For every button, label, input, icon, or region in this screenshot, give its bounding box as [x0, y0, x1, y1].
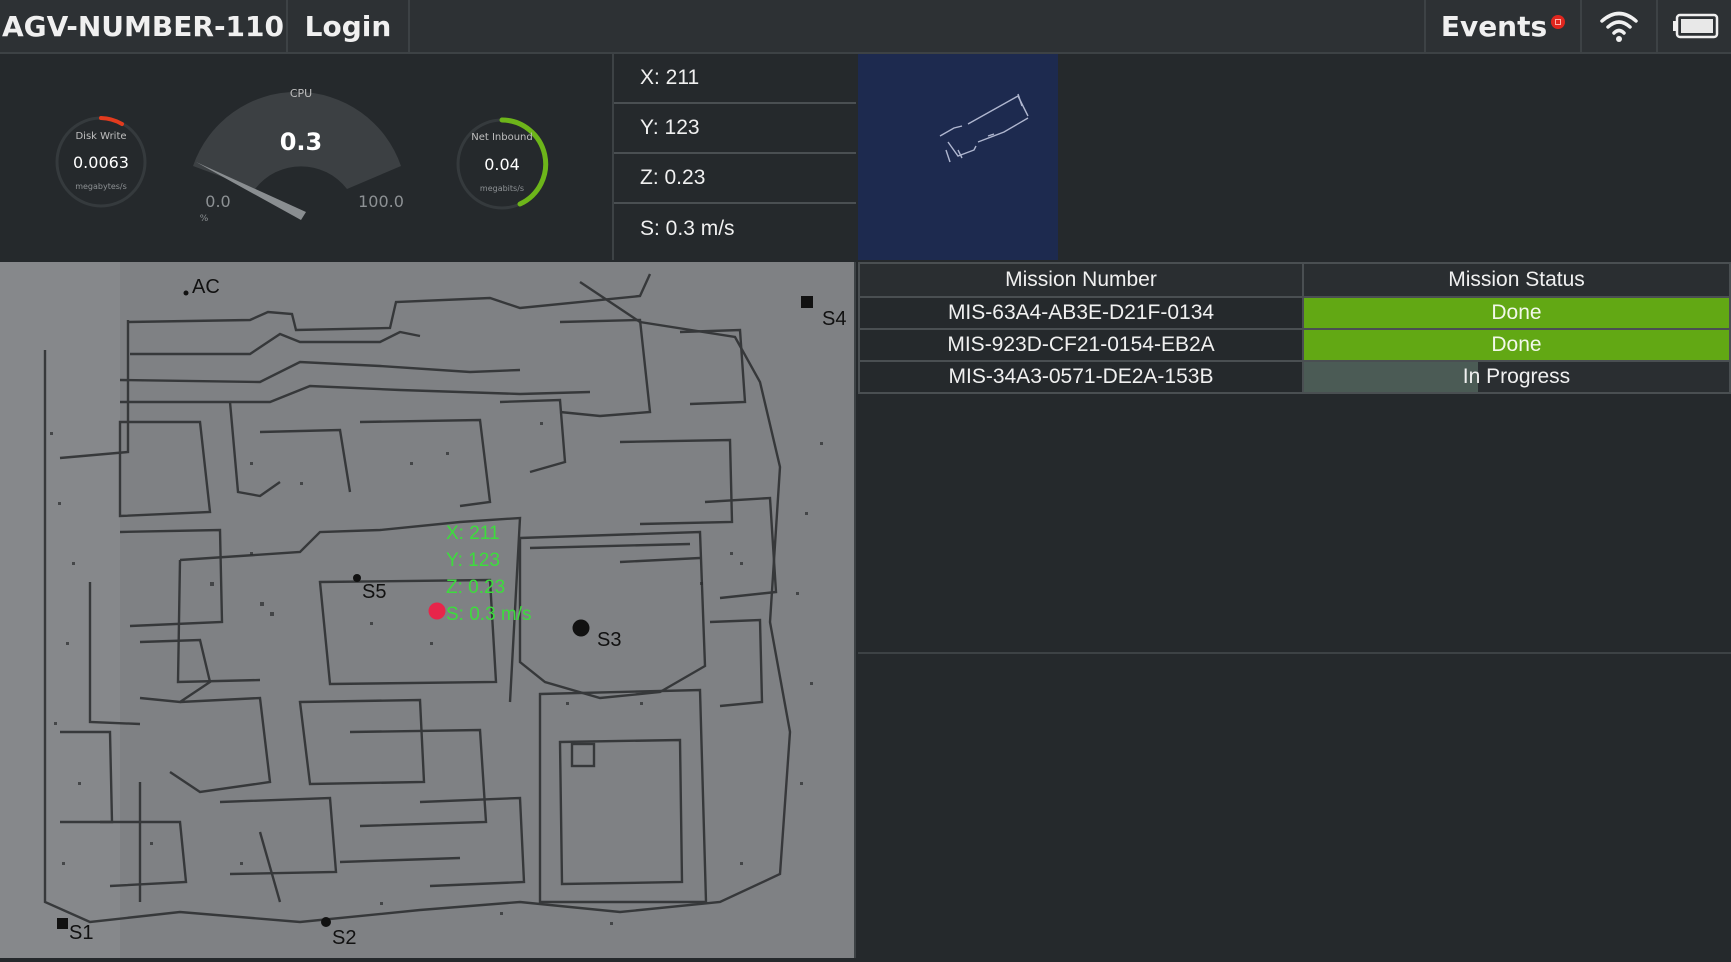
table-row[interactable]: MIS-923D-CF21-0154-EB2A Done: [858, 328, 1731, 362]
cpu-gauge: CPU 0.3 0.0 100.0 %: [193, 87, 404, 224]
station-s2-label: S2: [332, 927, 356, 949]
coord-speed: S: 0.3 m/s: [640, 217, 735, 240]
station-s4-label: S4: [822, 308, 846, 330]
mission-status-header[interactable]: Mission Status: [1302, 262, 1731, 298]
disk-write-gauge: Disk Write 0.0063 megabytes/s: [55, 116, 147, 208]
coord-y: Y: 123: [614, 104, 856, 154]
mission-number-header[interactable]: Mission Number: [858, 262, 1304, 298]
floor-plan-drawing: AC S4 S5 S3 S1 S2 X: 211 Y: 123 Z: 0.23: [0, 262, 846, 958]
mission-number-cell: MIS-923D-CF21-0154-EB2A: [858, 328, 1304, 362]
missions-header-row: Mission Number Mission Status: [858, 262, 1731, 298]
table-row[interactable]: MIS-34A3-0571-DE2A-153B In Progress: [858, 360, 1731, 394]
wifi-status[interactable]: [1582, 0, 1658, 52]
station-s2[interactable]: S2: [321, 917, 356, 949]
cpu-min: 0.0: [205, 192, 230, 211]
events-label: Events: [1440, 9, 1548, 43]
cpu-unit: %: [200, 214, 209, 224]
station-s3[interactable]: S3: [572, 619, 622, 652]
net-inbound-value: 0.04: [484, 155, 520, 174]
mission-status-cell: Done: [1302, 328, 1731, 362]
cpu-value: 0.3: [280, 128, 323, 156]
robot-z-label: Z: 0.23: [446, 577, 505, 598]
net-inbound-gauge: Net Inbound 0.04 megabits/s: [456, 117, 549, 210]
position-readout: X: 211 Y: 123 Z: 0.23 S: 0.3 m/s: [614, 54, 856, 260]
station-s4[interactable]: S4: [801, 296, 846, 330]
robot-y-label: Y: 123: [446, 550, 500, 571]
mission-status-text: In Progress: [1462, 365, 1571, 388]
lower-right-panel: [858, 654, 1731, 958]
station-ac[interactable]: AC: [183, 276, 220, 298]
lidar-scan-image: [939, 93, 1029, 163]
floor-map[interactable]: AC S4 S5 S3 S1 S2 X: 211 Y: 123 Z: 0.23: [0, 262, 856, 958]
battery-status[interactable]: [1658, 0, 1731, 52]
robot-x-label: X: 211: [446, 523, 500, 544]
wifi-icon: [1600, 11, 1638, 42]
mission-number-cell: MIS-34A3-0571-DE2A-153B: [858, 360, 1304, 394]
login-button[interactable]: Login: [288, 0, 410, 52]
station-ac-label: AC: [192, 276, 220, 298]
disk-write-unit: megabytes/s: [75, 182, 127, 191]
battery-icon: [1672, 13, 1718, 39]
mission-status-cell: Done: [1302, 296, 1731, 330]
station-s5[interactable]: S5: [353, 574, 386, 603]
events-alert-icon: [1551, 15, 1566, 29]
table-row[interactable]: MIS-63A4-AB3E-D21F-0134 Done: [858, 296, 1731, 330]
system-gauges-panel: Disk Write 0.0063 megabytes/s CPU 0.3 0.…: [0, 54, 614, 260]
events-button[interactable]: Events: [1424, 0, 1582, 52]
cpu-label: CPU: [290, 87, 312, 100]
lidar-minimap[interactable]: [858, 54, 1058, 260]
mission-progress-bar: [1304, 362, 1479, 392]
net-inbound-label: Net Inbound: [471, 132, 533, 143]
disk-write-value: 0.0063: [73, 153, 129, 172]
missions-table: Mission Number Mission Status MIS-63A4-A…: [858, 262, 1731, 394]
robot-speed-label: S: 0.3 m/s: [446, 604, 532, 625]
station-s3-label: S3: [597, 629, 621, 651]
disk-write-label: Disk Write: [75, 131, 126, 142]
top-bar: AGV-NUMBER-110 Login Events: [0, 0, 1731, 54]
cpu-max: 100.0: [358, 192, 404, 211]
net-inbound-unit: megabits/s: [480, 184, 524, 193]
mission-number-cell: MIS-63A4-AB3E-D21F-0134: [858, 296, 1304, 330]
missions-panel: Mission Number Mission Status MIS-63A4-A…: [858, 262, 1731, 654]
robot-position-dot: [428, 602, 446, 620]
station-s5-label: S5: [362, 581, 386, 603]
vehicle-title: AGV-NUMBER-110: [0, 0, 288, 52]
station-s1-label: S1: [69, 922, 93, 944]
coord-z: Z: 0.23: [614, 154, 856, 204]
mission-status-cell: In Progress: [1302, 360, 1731, 394]
coord-x: X: 211: [614, 54, 856, 104]
